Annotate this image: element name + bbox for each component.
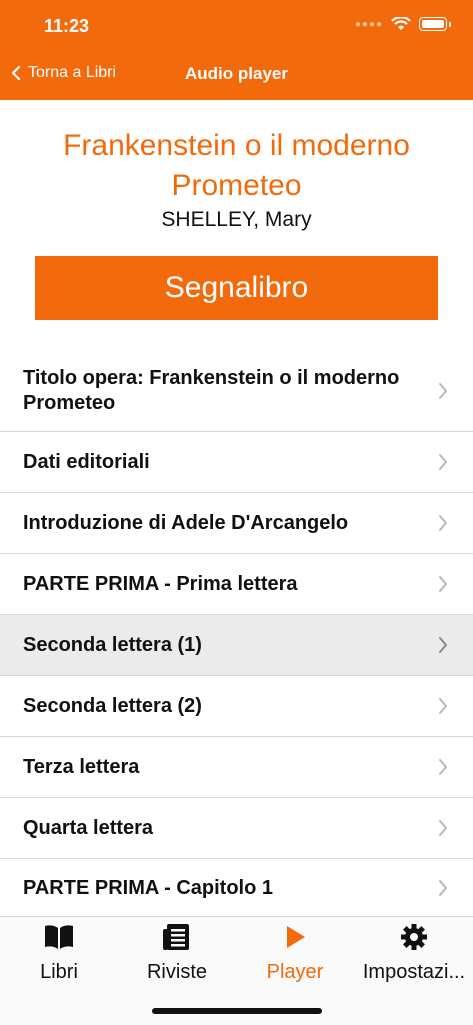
chapter-label: Terza lettera: [23, 755, 140, 778]
back-label: Torna a Libri: [28, 64, 117, 81]
tab-label: Riviste: [146, 961, 207, 983]
tab-impostazi[interactable]: Impostazi...: [355, 917, 473, 997]
chapter-row[interactable]: Titolo opera: Frankenstein o il moderno …: [0, 350, 473, 432]
chevron-left-icon: [11, 65, 21, 81]
chevron-right-icon: [439, 820, 447, 836]
chevron-right-icon: [439, 382, 447, 399]
chevron-right-icon: [439, 515, 447, 531]
chapter-label: Introduzione di Adele D'Arcangelo: [23, 511, 349, 534]
tab-player[interactable]: Player: [236, 917, 354, 997]
chevron-right-icon: [439, 637, 447, 653]
chapter-list: Titolo opera: Frankenstein o il moderno …: [0, 350, 473, 917]
chapter-label: PARTE PRIMA - Prima lettera: [23, 572, 298, 595]
chevron-right-icon: [439, 454, 447, 470]
home-indicator: [152, 1008, 322, 1014]
chapter-label: Seconda lettera (2): [23, 694, 202, 717]
tab-label: Player: [266, 961, 324, 983]
battery-icon: [419, 17, 447, 31]
chevron-right-icon: [439, 759, 447, 775]
gear-icon: [398, 923, 430, 951]
status-icons: ●●●●: [355, 17, 451, 31]
wifi-icon: [391, 17, 411, 30]
newspaper-icon: [161, 923, 193, 951]
book-title: Frankenstein o il moderno Prometeo: [63, 129, 410, 202]
chapter-label: Quarta lettera: [23, 816, 154, 839]
chapter-label: Seconda lettera (1): [23, 633, 202, 656]
battery-cap: [449, 21, 451, 27]
chevron-right-icon: [439, 576, 447, 592]
bookmark-button[interactable]: Segnalibro: [35, 256, 438, 320]
chapter-row[interactable]: Dati editoriali: [0, 432, 473, 493]
chapter-row[interactable]: Introduzione di Adele D'Arcangelo: [0, 493, 473, 554]
chapter-row[interactable]: Quarta lettera: [0, 798, 473, 859]
tab-libri[interactable]: Libri: [0, 917, 118, 997]
tab-label: Libri: [40, 961, 78, 983]
signal-icon: ●●●●: [354, 18, 383, 30]
chevron-right-icon: [439, 698, 447, 714]
tab-label: Impostazi...: [362, 961, 466, 983]
chapter-row[interactable]: Seconda lettera (1): [0, 615, 473, 676]
tab-riviste[interactable]: Riviste: [118, 917, 236, 997]
book-icon: [43, 923, 75, 951]
chapter-label: Dati editoriali: [23, 450, 150, 473]
chapter-row[interactable]: PARTE PRIMA - Capitolo 1: [0, 859, 473, 917]
chevron-right-icon: [439, 880, 447, 896]
chapter-label: Titolo opera: Frankenstein o il moderno …: [23, 366, 400, 414]
play-icon: [279, 923, 311, 951]
book-author: SHELLEY, Mary: [161, 208, 312, 231]
nav-header: 11:23 ●●●● Torna a Libri Audio player: [0, 0, 473, 100]
chapter-row[interactable]: Seconda lettera (2): [0, 676, 473, 737]
chapter-row[interactable]: PARTE PRIMA - Prima lettera: [0, 554, 473, 615]
status-time: 11:23: [44, 16, 90, 36]
chapter-label: PARTE PRIMA - Capitolo 1: [23, 876, 273, 899]
chapter-row[interactable]: Terza lettera: [0, 737, 473, 798]
back-button[interactable]: Torna a Libri: [10, 64, 116, 82]
